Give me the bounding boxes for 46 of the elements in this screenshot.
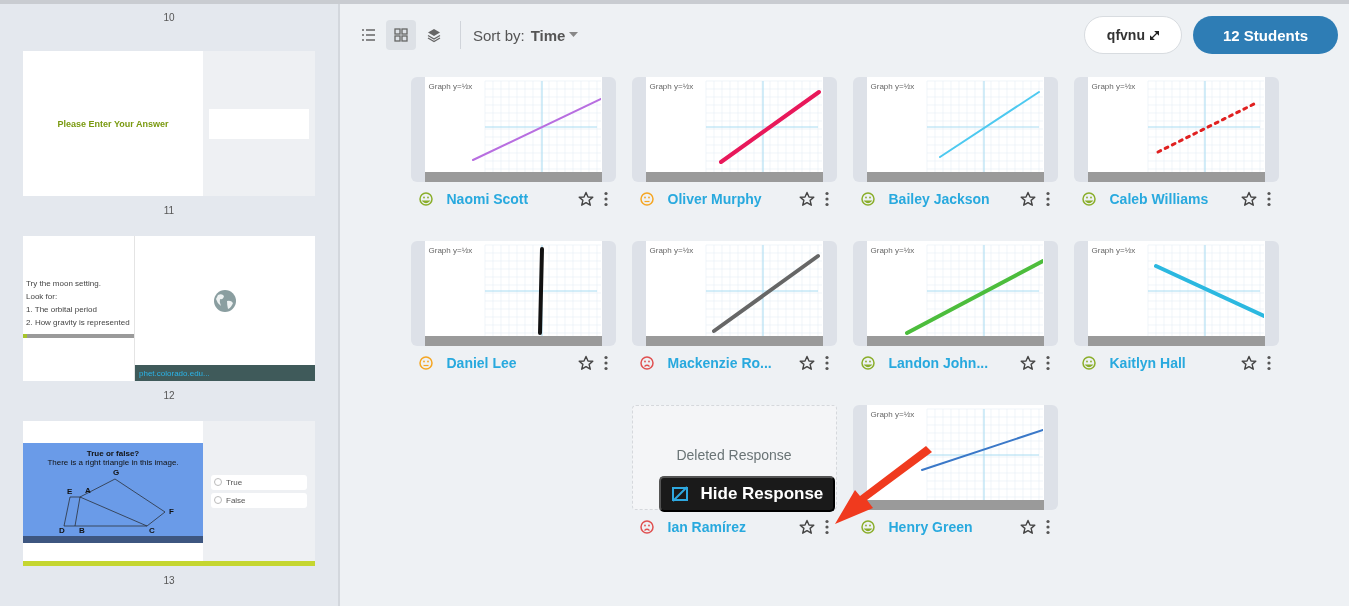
students-button[interactable]: 12 Students <box>1192 16 1338 54</box>
slide-prompt: Please Enter Your Answer <box>57 118 169 129</box>
response-thumbnail[interactable]: Graph y=½x <box>852 405 1058 510</box>
point-label: A <box>85 486 91 495</box>
question-title: Graph y=½x <box>870 410 915 419</box>
response-thumbnail[interactable]: Graph y=½x <box>410 77 616 182</box>
slide-thumbnail[interactable]: Please Enter Your Answer <box>23 51 315 196</box>
slide-text: Look for: <box>26 292 59 301</box>
response-thumbnail[interactable]: Graph y=½x <box>1073 241 1279 346</box>
question-title: Graph y=½x <box>428 246 473 255</box>
response-thumbnail[interactable]: Graph y=½x <box>852 77 1058 182</box>
point-label: E <box>67 487 73 496</box>
sort-label: Sort by: <box>473 26 525 44</box>
question-title: Graph y=½x <box>1091 82 1136 91</box>
point-label: D <box>59 526 65 535</box>
response-thumbnail[interactable]: Graph y=½x <box>410 241 616 346</box>
slide-number: 13 <box>163 574 175 588</box>
slide-number: 12 <box>163 389 175 403</box>
point-label: F <box>169 507 174 516</box>
question-title: Graph y=½x <box>649 82 694 91</box>
slide-text: 2. How gravity is represented <box>26 318 131 327</box>
question-title: Graph y=½x <box>870 246 915 255</box>
response-thumbnail[interactable]: Graph y=½x <box>631 241 837 346</box>
slide-thumbnail[interactable]: Try the moon setting. Look for: 1. The orbital period 2. How gravity is represented phet.colorado.edu... <box>23 236 315 381</box>
response-thumbnail[interactable]: Graph y=½x <box>631 77 837 182</box>
question-title: Graph y=½x <box>649 246 694 255</box>
point-label: C <box>149 526 155 535</box>
question-text: True or false? There is a right triangle in this image. <box>46 449 180 468</box>
slide-number: 10 <box>163 12 175 23</box>
slide-number: 11 <box>163 204 175 218</box>
question-title: Graph y=½x <box>428 82 473 91</box>
answer-option[interactable]: True <box>211 474 307 490</box>
point-label: G <box>113 468 120 477</box>
question-title: Graph y=½x <box>870 82 915 91</box>
class-code-button[interactable]: qfvnu <box>1083 16 1182 54</box>
answer-option[interactable]: False <box>211 492 307 508</box>
response-thumbnail[interactable]: Graph y=½x <box>1073 77 1279 182</box>
point-label: B <box>79 526 85 535</box>
response-thumbnail[interactable]: Graph y=½x <box>852 241 1058 346</box>
hide-response-tooltip[interactable]: Hide Response <box>658 476 836 512</box>
slide-text: Try the moon setting. <box>26 279 102 288</box>
slide-thumbnail[interactable]: True or false? There is a right triangle in this image. G E A F D B C True False <box>23 421 315 566</box>
slide-text: 1. The orbital period <box>26 305 98 314</box>
deleted-notice: Deleted Response <box>676 447 792 463</box>
question-title: Graph y=½x <box>1091 246 1136 255</box>
sort-dropdown[interactable]: Time <box>530 26 579 44</box>
